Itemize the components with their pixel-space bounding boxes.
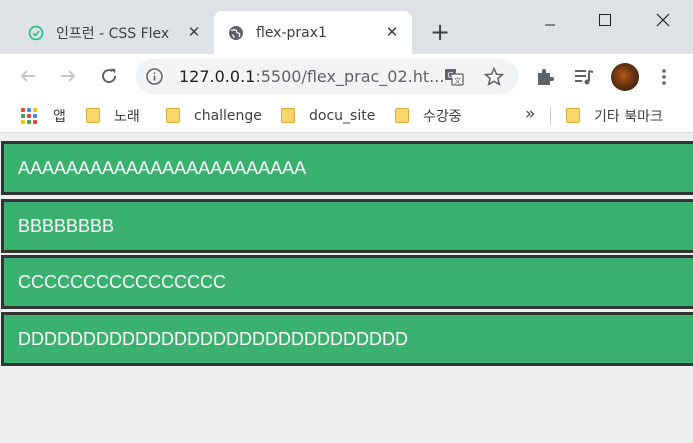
bookmark-folder[interactable]: 수강중 [395,99,462,132]
media-queue-icon[interactable] [572,65,596,89]
bookmark-folder[interactable]: 노래 [86,99,140,132]
back-button[interactable] [16,64,40,88]
flex-item-a: AAAAAAAAAAAAAAAAAAAAAAAA [1,141,693,195]
bookmark-label: 수강중 [423,108,462,125]
site-info-icon[interactable] [146,68,163,85]
bookmark-apps[interactable]: 앱 [21,99,66,132]
close-tab-icon[interactable]: ✕ [186,24,202,40]
tab-flex-prax1[interactable]: flex-prax1 ✕ [214,11,412,54]
bookmark-folder[interactable]: docu_site [281,99,375,132]
bookmark-label: docu_site [309,107,376,124]
folder-icon [566,108,580,123]
tab-title: flex-prax1 [256,24,327,41]
folder-icon [86,108,100,123]
bookmark-label: 노래 [114,108,140,125]
address-bar[interactable]: 127.0.0.1:5500/flex_prac_02.ht... G文 [136,59,518,94]
bookmarks-overflow-chevron-icon[interactable]: » [525,99,535,132]
svg-text:文: 文 [454,76,461,85]
close-tab-icon[interactable]: ✕ [384,24,400,40]
forward-button[interactable] [56,64,80,88]
globe-icon [228,25,244,41]
page-content: AAAAAAAAAAAAAAAAAAAAAAAA BBBBBBBB CCCCCC… [0,140,693,443]
bookmark-folder[interactable]: challenge [166,99,262,132]
bookmarks-bar: 앱 노래 challenge docu_site 수강중 » 기타 북마크 [0,99,693,133]
flex-item-c: CCCCCCCCCCCCCCCC [1,255,693,309]
bookmark-other-folder[interactable]: 기타 북마크 [566,99,663,132]
tab-inflearn[interactable]: 인프런 - CSS Flex ✕ [16,11,214,54]
folder-icon [281,108,295,123]
close-window-button[interactable] [640,6,686,34]
flex-item-d: DDDDDDDDDDDDDDDDDDDDDDDDDDDDDD [1,312,693,366]
inflearn-icon [28,25,44,41]
apps-grid-icon [21,107,37,124]
translate-icon[interactable]: G文 [444,67,464,87]
bookmark-label: 앱 [53,108,66,125]
folder-icon [395,108,409,123]
new-tab-button[interactable]: + [428,20,452,45]
tab-title: 인프런 - CSS Flex [56,25,170,42]
bookmark-label: challenge [194,107,262,124]
url-text: 127.0.0.1:5500/flex_prac_02.ht... [179,67,445,86]
menu-kebab-icon[interactable] [652,65,676,89]
tab-strip: 인프런 - CSS Flex ✕ flex-prax1 ✕ + [0,0,693,54]
reload-button[interactable] [97,64,121,88]
profile-avatar[interactable] [611,63,639,91]
bookmark-label: 기타 북마크 [594,108,663,125]
folder-icon [166,108,180,123]
toolbar: 127.0.0.1:5500/flex_prac_02.ht... G文 [0,54,693,99]
flex-item-b: BBBBBBBB [1,199,693,253]
maximize-button[interactable] [582,6,628,34]
extensions-puzzle-icon[interactable] [533,65,557,89]
svg-text:G: G [447,71,453,80]
bookmark-star-icon[interactable] [483,66,505,87]
minimize-button[interactable] [527,6,573,34]
bookmarks-divider [550,107,551,125]
